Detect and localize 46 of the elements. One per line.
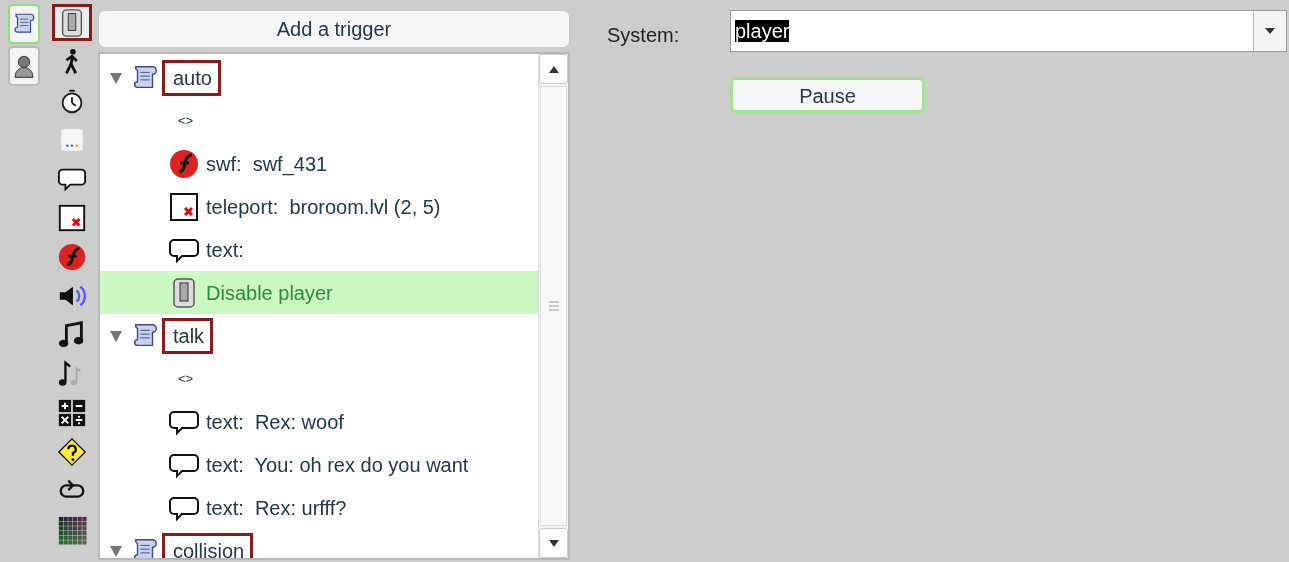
tree-item[interactable]: text: You: oh rex do you want: [100, 443, 538, 486]
item-label: text:: [206, 237, 244, 263]
scroll-thumb[interactable]: [540, 86, 567, 526]
item-label: teleport: broroom.lvl (2, 5): [206, 194, 441, 220]
system-combo-box[interactable]: player: [730, 10, 1287, 52]
tree-item[interactable]: <>: [100, 99, 538, 142]
grip-icon: [548, 301, 559, 311]
down-arrow-icon: [548, 539, 559, 547]
tree-item[interactable]: text: Rex: woof: [100, 400, 538, 443]
scroll-up-button[interactable]: [539, 54, 568, 84]
item-label: <>: [177, 369, 194, 388]
expand-arrow-icon[interactable]: [110, 71, 122, 84]
tree-item[interactable]: <>: [100, 357, 538, 400]
system-label: System:: [607, 23, 681, 48]
expand-arrow-icon[interactable]: [110, 544, 122, 557]
palette-button[interactable]: [8, 4, 40, 44]
trigger-name[interactable]: auto: [162, 59, 221, 96]
flash-icon: [168, 147, 200, 180]
item-label: text: Rex: urfff?: [206, 495, 347, 521]
tool-button[interactable]: [52, 4, 92, 41]
cross-box-icon: [57, 202, 87, 233]
item-label: <>: [177, 111, 194, 130]
cross-box-icon: [168, 190, 200, 223]
palette-button[interactable]: [8, 46, 40, 86]
item-label: text: Rex: woof: [206, 409, 344, 435]
add-trigger-button[interactable]: Add a trigger: [98, 10, 570, 48]
tree-item[interactable]: text:: [100, 228, 538, 271]
calculator-icon: [57, 397, 87, 428]
item-label: text: You: oh rex do you want: [206, 452, 469, 478]
trigger-name[interactable]: collision: [162, 532, 254, 558]
tree-item[interactable]: teleport: broroom.lvl (2, 5): [100, 185, 538, 228]
warning-sign-icon: [57, 436, 87, 467]
tree-item[interactable]: text: Rex: urfff?: [100, 486, 538, 529]
person-icon: [11, 53, 37, 79]
scroll-down-button[interactable]: [539, 528, 568, 558]
trigger-name[interactable]: talk: [162, 317, 214, 354]
tree-item[interactable]: swf: swf_431: [100, 142, 538, 185]
pause-button[interactable]: Pause: [730, 77, 925, 113]
flash-icon: [57, 241, 87, 272]
tile-grid-icon: [57, 514, 87, 545]
expand-arrow-icon[interactable]: [110, 329, 122, 342]
tree-item[interactable]: Disable player: [100, 271, 538, 314]
item-label: swf: swf_431: [206, 151, 328, 178]
up-arrow-icon: [548, 65, 559, 73]
item-label: Disable player: [206, 280, 333, 306]
dropdown-arrow-icon: [1265, 28, 1275, 34]
